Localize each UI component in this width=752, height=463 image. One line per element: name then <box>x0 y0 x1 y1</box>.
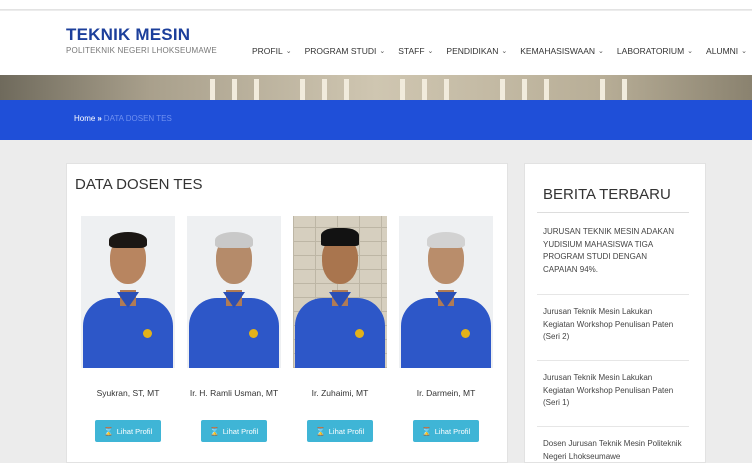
hourglass-icon: ⌛ <box>209 426 220 436</box>
view-profile-button[interactable]: ⌛ Lihat Profil <box>201 420 267 442</box>
lecturer-card: Ir. Zuhaimi, MT ⌛ Lihat Profil <box>293 216 387 442</box>
lecturer-card: Ir. Darmein, MT ⌛ Lihat Profil <box>399 216 493 442</box>
divider <box>537 294 689 295</box>
lecturer-list-card: DATA DOSEN TES Syukran, ST, MT ⌛ Lihat Pr… <box>66 163 508 463</box>
lecturer-card: Ir. H. Ramli Usman, MT ⌛ Lihat Profil <box>187 216 281 442</box>
lecturer-photo <box>293 216 387 368</box>
nav-label: PROFIL <box>252 46 283 56</box>
breadcrumb-home-link[interactable]: Home <box>74 114 95 123</box>
nav-item-laboratorium[interactable]: LABORATORIUM ⌄ <box>617 46 693 56</box>
nav-label: STAFF <box>398 46 425 56</box>
lecturer-photo <box>399 216 493 368</box>
site-logo-subtitle: POLITEKNIK NEGERI LHOKSEUMAWE <box>66 46 217 55</box>
chevron-down-icon: ⌄ <box>285 48 292 55</box>
breadcrumb-separator: » <box>97 114 102 123</box>
news-item-link[interactable]: Jurusan Teknik Mesin Lakukan Kegiatan Wo… <box>543 372 683 410</box>
lecturer-card: Syukran, ST, MT ⌛ Lihat Profil <box>81 216 175 442</box>
breadcrumb: Home » DATA DOSEN TES <box>74 114 172 123</box>
nav-item-program-studi[interactable]: PROGRAM STUDI ⌄ <box>305 46 386 56</box>
nav-item-staff[interactable]: STAFF ⌄ <box>398 46 433 56</box>
button-label: Lihat Profil <box>116 426 153 436</box>
chevron-down-icon: ⌄ <box>598 48 604 55</box>
button-label: Lihat Profil <box>222 426 259 436</box>
hourglass-icon: ⌛ <box>103 426 114 436</box>
lecturer-name: Ir. Zuhaimi, MT <box>311 388 369 398</box>
chevron-down-icon: ⌄ <box>687 48 694 55</box>
nav-item-kemahasiswaan[interactable]: KEMAHASISWAAN ⌄ <box>520 46 604 56</box>
lecturer-name: Ir. H. Ramli Usman, MT <box>189 388 279 398</box>
divider <box>537 212 689 213</box>
chevron-down-icon: ⌄ <box>427 48 434 55</box>
news-item-link[interactable]: JURUSAN TEKNIK MESIN ADAKAN YUDISIUM MAH… <box>543 226 683 276</box>
button-label: Lihat Profil <box>328 426 365 436</box>
main-nav: PROFIL ⌄ PROGRAM STUDI ⌄ STAFF ⌄ PENDIDIKAN… <box>252 46 752 56</box>
top-strip <box>0 0 752 10</box>
nav-label: PENDIDIKAN <box>446 46 499 56</box>
lecturer-photo <box>187 216 281 368</box>
view-profile-button[interactable]: ⌛ Lihat Profil <box>307 420 373 442</box>
nav-item-profil[interactable]: PROFIL ⌄ <box>252 46 292 56</box>
sidebar-title: BERITA TERBARU <box>543 186 671 203</box>
chevron-down-icon: ⌄ <box>741 48 748 55</box>
nav-item-alumni[interactable]: ALUMNI ⌄ <box>706 46 747 56</box>
nav-label: LABORATORIUM <box>616 46 685 56</box>
news-sidebar: BERITA TERBARU JURUSAN TEKNIK MESIN ADAK… <box>524 163 706 463</box>
news-item-link[interactable]: Dosen Jurusan Teknik Mesin Politeknik Ne… <box>543 438 683 463</box>
view-profile-button[interactable]: ⌛ Lihat Profil <box>95 420 161 442</box>
lecturer-photo <box>81 216 175 368</box>
news-item-link[interactable]: Jurusan Teknik Mesin Lakukan Kegiatan Wo… <box>543 306 683 344</box>
lecturer-name: Ir. Darmein, MT <box>416 388 476 398</box>
chevron-down-icon: ⌄ <box>379 48 386 55</box>
button-label: Lihat Profil <box>434 426 471 436</box>
hourglass-icon: ⌛ <box>421 426 432 436</box>
header-banner-image <box>0 75 752 100</box>
chevron-down-icon: ⌄ <box>501 48 508 55</box>
nav-label: ALUMNI <box>706 46 739 56</box>
view-profile-button[interactable]: ⌛ Lihat Profil <box>413 420 479 442</box>
lecturer-name: Syukran, ST, MT <box>96 388 160 398</box>
divider <box>537 360 689 361</box>
nav-item-pendidikan[interactable]: PENDIDIKAN ⌄ <box>446 46 507 56</box>
breadcrumb-current: DATA DOSEN TES <box>103 114 172 123</box>
hourglass-icon: ⌛ <box>315 426 326 436</box>
nav-label: PROGRAM STUDI <box>304 46 377 56</box>
divider <box>537 426 689 427</box>
nav-label: KEMAHASISWAAN <box>520 46 596 56</box>
site-logo-title[interactable]: TEKNIK MESIN <box>66 25 190 45</box>
page-title: DATA DOSEN TES <box>75 176 203 193</box>
